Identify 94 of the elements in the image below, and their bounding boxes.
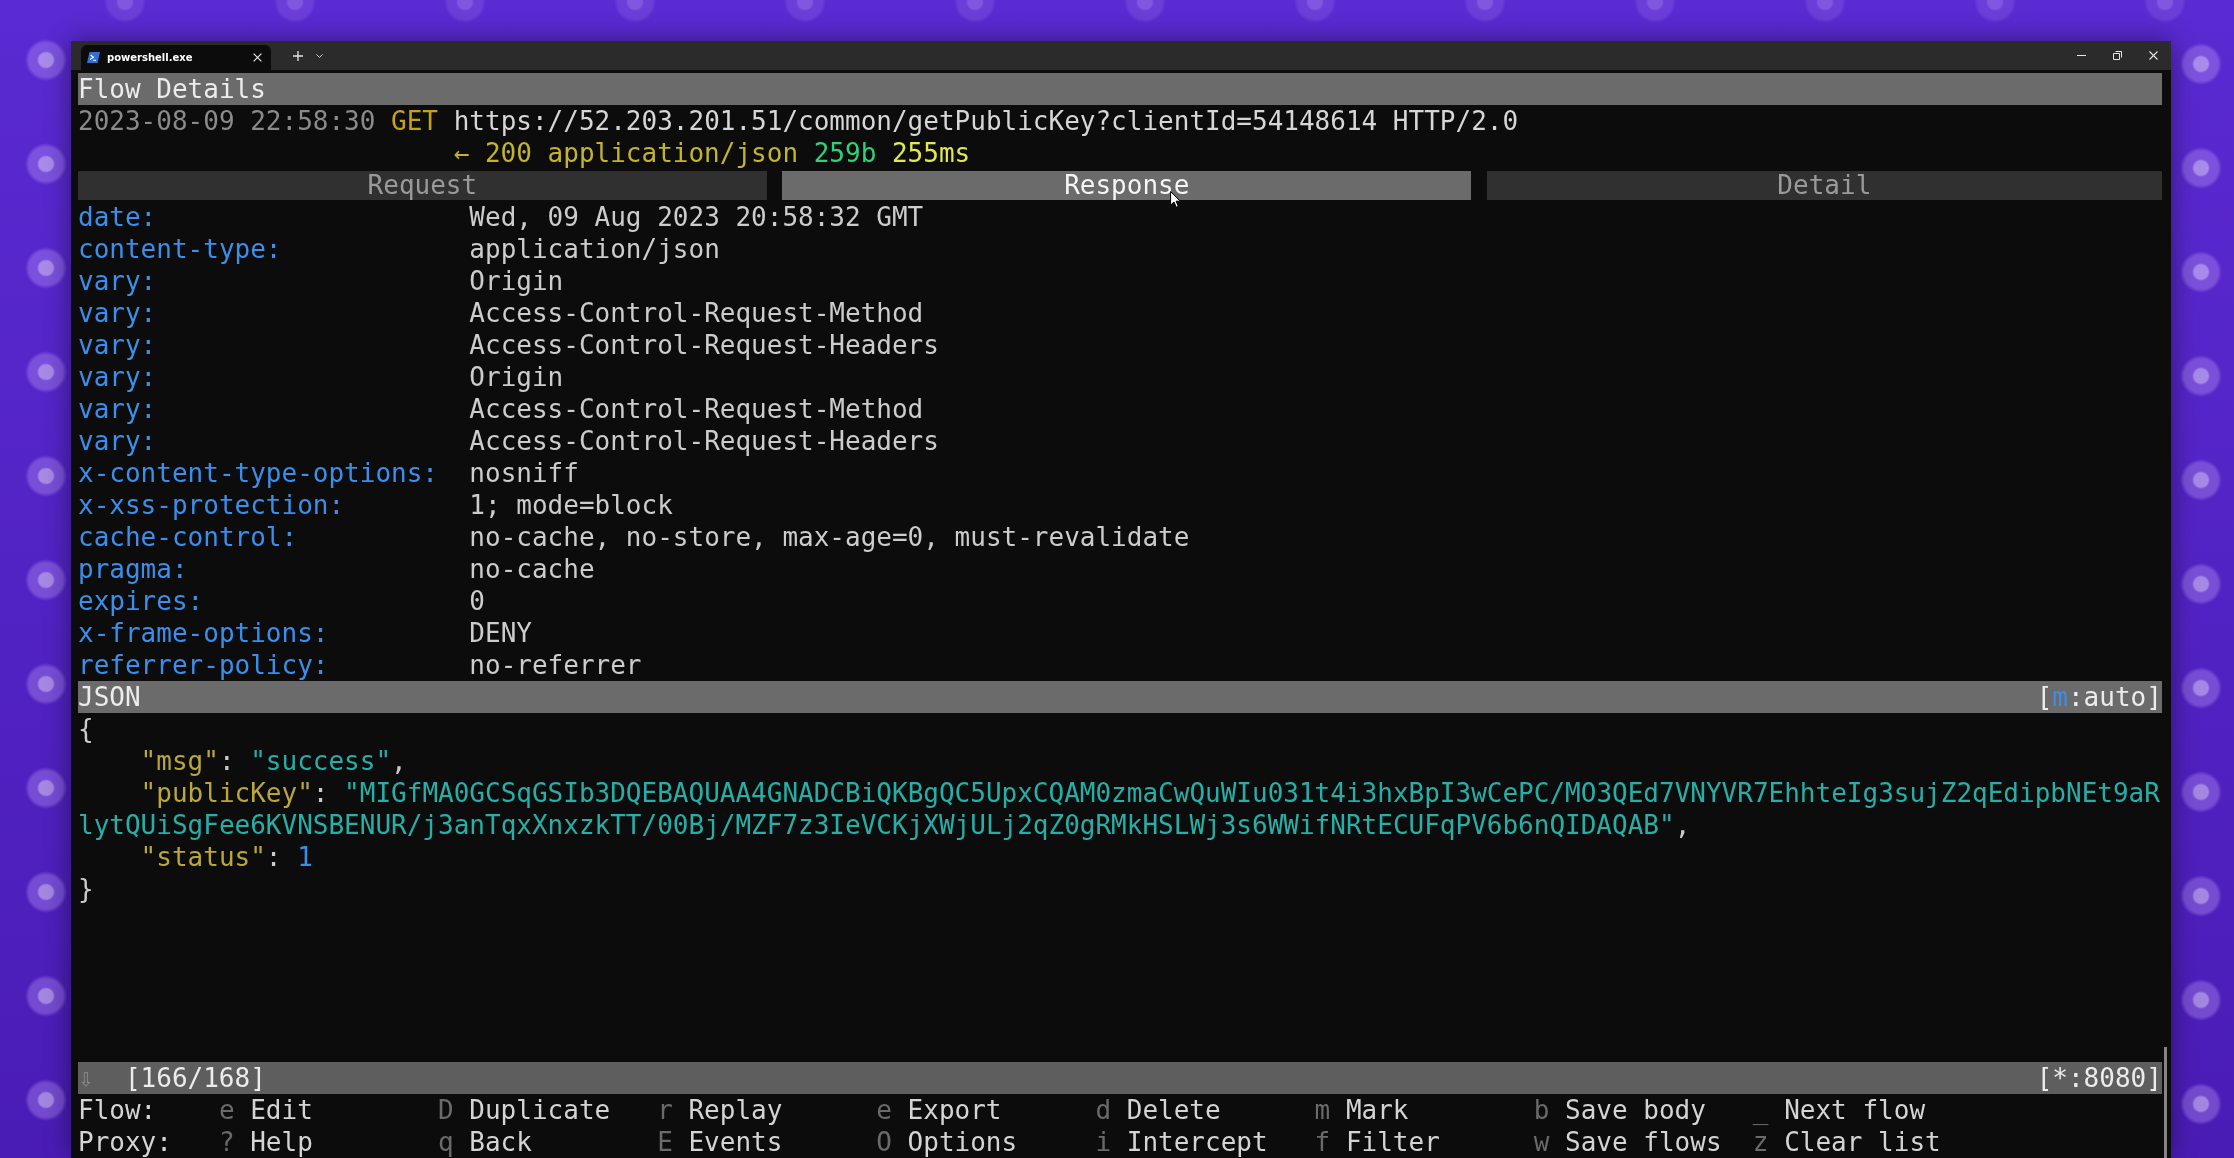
header-name: vary: [78,394,157,424]
shortcut-key: b [1533,1094,1550,1126]
header-name: referrer-policy: [78,650,329,680]
header-name: x-frame-options: [78,618,329,648]
header-name: vary: [78,362,157,392]
terminal-prompt-icon [87,52,100,63]
json-brace: } [78,874,94,904]
header-name: content-type: [78,234,282,264]
panel-title: Flow Details [78,73,266,105]
json-property: "status": 1 [139,841,314,873]
header-value: DENY [469,617,532,649]
shortcut-label: Next flow [1784,1094,1926,1126]
shortcut-label: Mark [1345,1094,1409,1126]
shortcut-label: Filter [1345,1126,1440,1158]
plus-icon[interactable] [293,50,303,61]
shortcut-key: d [1095,1094,1112,1126]
shortcut-label: Edit [250,1094,313,1126]
restore-icon[interactable] [2113,51,2122,60]
follow-indicator: ⇩ [78,1062,94,1094]
header-value: Access-Control-Request-Method [469,393,924,425]
header-value: Access-Control-Request-Headers [469,425,939,457]
shortcut-label: Save body [1565,1094,1706,1126]
header-value: no-cache, no-store, max-age=0, must-revalidate [469,521,1190,553]
json-brace: { [78,714,94,744]
shortcut-key: w [1533,1126,1550,1158]
shortcut-key: O [876,1126,892,1158]
json-property: "msg": "success", [139,745,408,777]
shortcut-label: Save flows [1565,1126,1722,1158]
shortcut-label: Events [688,1126,783,1158]
shortcut-key: m [1314,1094,1331,1126]
shortcut-group-label: Proxy: [78,1127,172,1157]
header-name: vary: [78,298,157,328]
header-value: nosniff [469,457,579,489]
shortcut-key: q [438,1126,454,1158]
shortcut-label: Clear list [1784,1126,1941,1158]
header-name: x-content-type-options: [78,458,439,488]
header-name: cache-control: [78,522,298,552]
shortcut-key: E [657,1126,673,1158]
view-tab[interactable]: Request [78,170,767,200]
terminal-tab[interactable]: powershell.exe [81,45,271,70]
shortcut-label: Duplicate [469,1094,611,1126]
chevron-down-icon[interactable] [316,53,323,58]
shortcut-key: e [876,1094,892,1126]
view-tab[interactable]: Response [782,170,1472,200]
header-value: no-cache [469,553,595,585]
view-tab[interactable]: Detail [1486,170,2162,200]
shortcut-label: Export [907,1094,1002,1126]
shortcut-key: ? [218,1126,235,1158]
close-icon[interactable] [253,53,262,62]
header-value: Wed, 09 Aug 2023 20:58:32 GMT [469,201,924,233]
header-name: vary: [78,330,157,360]
request-timestamp: 2023-08-09 22:58:30 [78,106,376,136]
request-url: https://52.203.201.51/common/getPublicKey?clientId=54148614 HTTP/2.0 [453,106,1519,136]
shortcut-key: z [1752,1126,1769,1158]
shortcut-key: e [218,1094,235,1126]
shortcut-label: Replay [688,1094,783,1126]
panel-title: JSON [78,681,141,713]
shortcut-key: f [1314,1126,1331,1158]
scrollbar-thumb[interactable] [2164,1047,2167,1158]
view-mode: [m:auto] [2036,681,2162,713]
header-value: Access-Control-Request-Method [469,297,924,329]
shortcut-label: Delete [1126,1094,1221,1126]
header-name: vary: [78,266,157,296]
header-name: expires: [78,586,204,616]
content-type: application/json [547,138,799,168]
listen-address: [*:8080] [2036,1062,2162,1094]
header-value: 0 [469,585,485,617]
response-time: 255ms [891,138,971,168]
shortcut-key: D [438,1094,454,1126]
header-value: application/json [469,233,720,265]
header-name: vary: [78,426,157,456]
shortcut-label: Options [907,1126,1018,1158]
close-icon[interactable] [2149,51,2158,60]
json-property: "publicKey": "MIGfMA0GCSqGSIb3DQEBAQUAA4GNADCBiQKBgQC5UpxCQAM0zmaCwQuWIu031t4i3hxBpI3wCePC/MO3QEd7VNYVR7EhhteIg3sujZ2qEdipbNEt9aRlytQUiSgFee6KVNSBENUR/j3anTqxXnxzkTT/00Bj/MZF7z3IeVCKjXWjULj2qZ0gRMkHSLWj3s6WWifNRtECUFqPV6b6nQIDAQAB", [78,777,2161,841]
status-code: 200 [484,138,532,168]
header-name: pragma: [78,554,188,584]
response-arrow: ← [453,138,470,168]
shortcut-key: r [657,1094,673,1126]
shortcut-group-label: Flow: [78,1095,157,1125]
response-size: 259b [813,138,877,168]
shortcut-key: i [1095,1126,1112,1158]
header-name: x-xss-protection: [78,490,345,520]
shortcut-key: _ [1752,1094,1769,1126]
header-value: Origin [469,361,564,393]
http-method: GET [391,106,439,136]
shortcut-label: Back [469,1126,532,1158]
header-value: no-referrer [469,649,642,681]
shortcut-label: Help [250,1126,313,1158]
header-value: 1; mode=block [469,489,673,521]
header-name: date: [78,202,157,232]
flow-position: [166/168] [124,1062,266,1094]
header-value: Origin [469,265,564,297]
shortcut-label: Intercept [1126,1126,1268,1158]
header-value: Access-Control-Request-Headers [469,329,939,361]
